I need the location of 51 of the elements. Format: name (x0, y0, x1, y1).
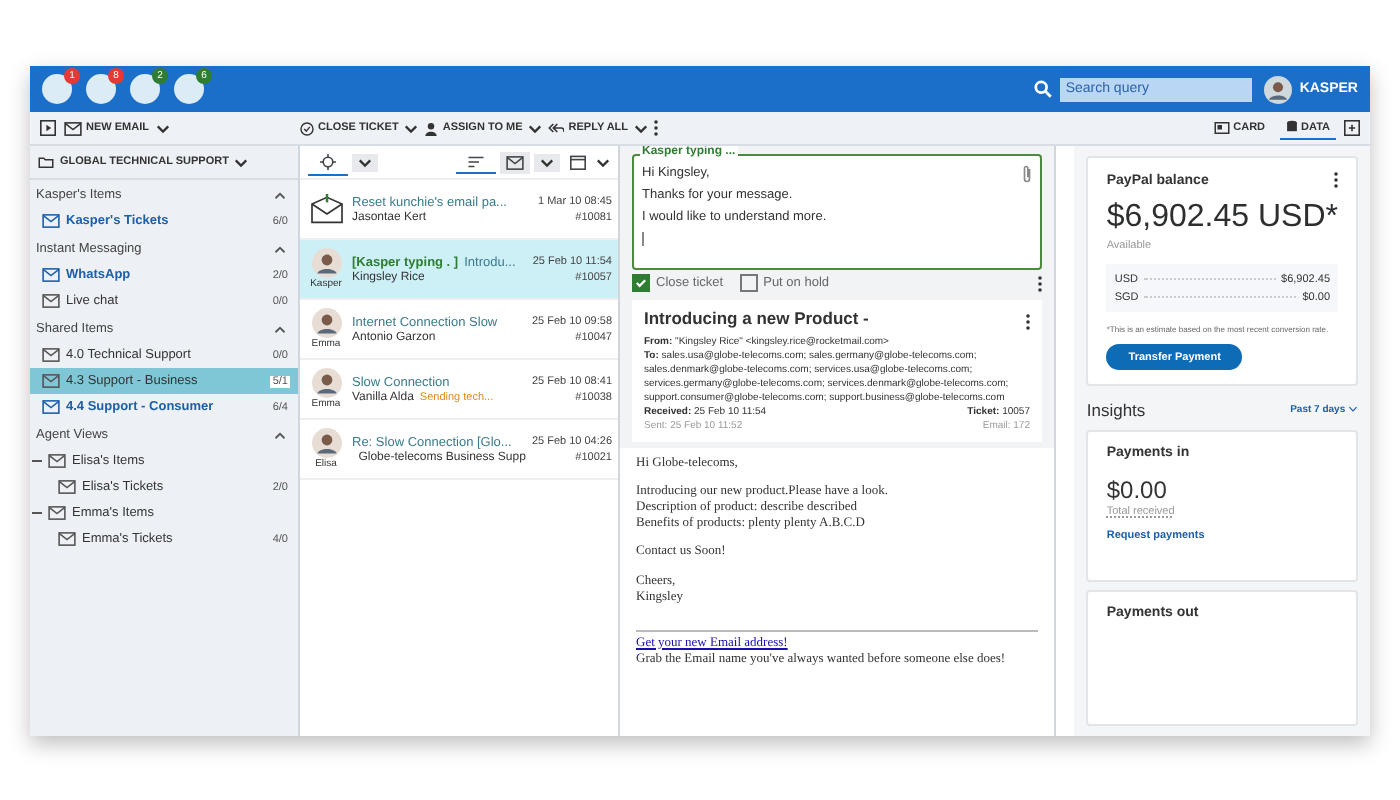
caret-icon[interactable] (596, 157, 610, 167)
balance-amount: $6,902.45 USD* (1106, 200, 1338, 236)
agent-avatar (311, 248, 341, 278)
envelope-icon (42, 348, 60, 362)
reply-all-icon (548, 122, 565, 134)
envelope-icon (64, 121, 82, 135)
caret-icon[interactable] (1348, 406, 1358, 412)
envelope-icon (42, 374, 60, 388)
caret-icon[interactable] (404, 123, 419, 133)
email-subject: Introducing a new Product - (644, 308, 869, 332)
collapse-icon[interactable] (274, 191, 286, 199)
card-icon (1213, 122, 1230, 134)
check-circle-icon (300, 121, 314, 135)
collapse-icon[interactable] (274, 325, 286, 333)
expand-icon[interactable] (40, 120, 56, 136)
paperclip-icon[interactable] (1022, 164, 1032, 184)
payments-amount: $0.00 (1106, 476, 1169, 504)
more-icon[interactable] (654, 120, 659, 136)
collapse-icon[interactable] (274, 431, 286, 439)
expand-icon[interactable] (1344, 120, 1360, 136)
envelope-icon (42, 400, 60, 414)
checkbox[interactable] (739, 274, 758, 292)
filter-icon[interactable] (308, 149, 348, 175)
caret-icon[interactable] (156, 123, 171, 133)
checkbox[interactable] (632, 274, 650, 292)
user-avatar[interactable] (1263, 75, 1292, 103)
envelope-icon (58, 532, 76, 546)
agent-avatar (311, 308, 341, 338)
caret-icon[interactable] (540, 157, 554, 167)
sort-icon[interactable] (456, 151, 496, 173)
agent-avatar (311, 368, 341, 398)
person-icon (424, 121, 439, 135)
envelope-icon (58, 480, 76, 494)
caret-icon[interactable] (634, 123, 649, 133)
caret-icon[interactable] (234, 157, 249, 167)
caret-icon[interactable] (528, 123, 543, 133)
section-title: Insights (1086, 400, 1146, 420)
envelope-icon (42, 294, 60, 308)
envelope-icon (48, 454, 66, 468)
envelope-icon (506, 155, 524, 169)
folder-icon (38, 156, 54, 168)
envelope-icon (42, 268, 60, 282)
collapse-icon[interactable] (274, 245, 286, 253)
database-icon (1285, 120, 1298, 134)
envelope-icon (42, 214, 60, 228)
caret-icon[interactable] (358, 157, 372, 167)
search-icon[interactable] (1033, 80, 1052, 98)
envelope-icon (48, 506, 66, 520)
calendar-icon[interactable] (564, 150, 592, 174)
agent-avatar (311, 428, 341, 458)
inbox-mail-icon (309, 194, 343, 224)
